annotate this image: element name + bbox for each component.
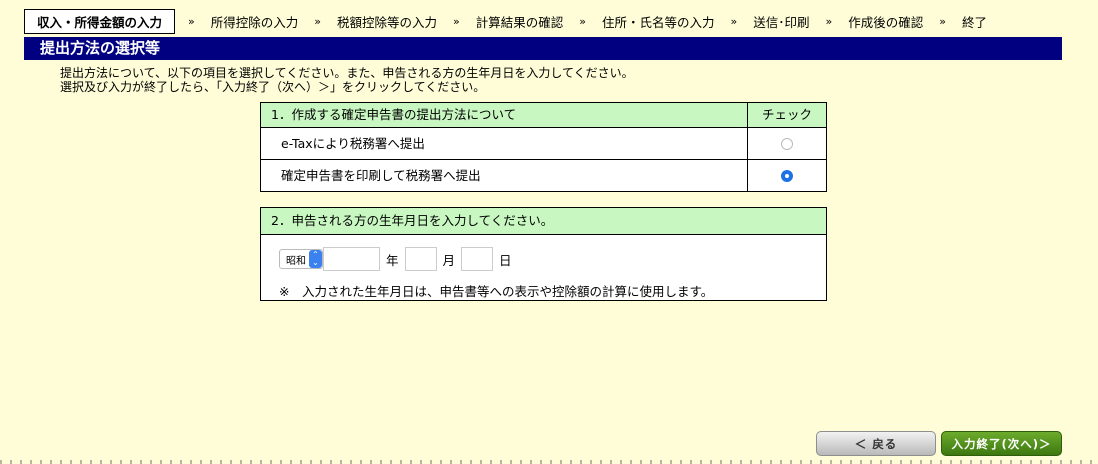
step-tax-credit: 税額控除等の入力 — [337, 14, 438, 30]
step-post-check: 作成後の確認 — [848, 14, 924, 30]
progress-steps: 収入・所得金額の入力 » 所得控除の入力 » 税額控除等の入力 » 計算結果の確… — [24, 8, 1094, 34]
birthdate-row: 昭和 ⌃ ⌄ 年 月 日 — [279, 247, 518, 271]
step-result-check: 計算結果の確認 — [475, 14, 564, 30]
step-send-print: 送信･印刷 — [753, 14, 810, 30]
step-address-name: 住所・氏名等の入力 — [602, 14, 715, 30]
section2-header: 2．申告される方の生年月日を入力してください。 — [261, 208, 826, 235]
step-separator-icon: » — [730, 14, 738, 28]
era-select[interactable]: 昭和 ⌃ ⌄ — [279, 249, 323, 269]
birth-year-input[interactable] — [323, 247, 380, 271]
year-unit: 年 — [386, 252, 399, 268]
section1-header: 1．作成する確定申告書の提出方法について — [271, 107, 517, 122]
radio-etax[interactable] — [781, 137, 793, 150]
step-separator-icon: » — [188, 14, 195, 28]
next-button[interactable]: 入力終了(次へ)＞ — [941, 431, 1062, 456]
step-finish: 終了 — [962, 14, 988, 30]
back-button[interactable]: ＜ 戻る — [816, 431, 936, 456]
step-separator-icon: » — [314, 14, 321, 28]
step-separator-icon: » — [579, 14, 586, 28]
check-column-header: チェック — [747, 103, 826, 127]
instruction-line: 提出方法について、以下の項目を選択してください。また、申告される方の生年月日を入… — [60, 66, 634, 80]
status-strip — [0, 460, 1098, 464]
step-separator-icon: » — [825, 14, 833, 28]
option-row-etax: e-Taxにより税務署へ提出 — [261, 128, 826, 160]
option-label-etax: e-Taxにより税務署へ提出 — [281, 136, 425, 151]
birth-month-input[interactable] — [404, 247, 437, 271]
birthdate-panel: 2．申告される方の生年月日を入力してください。 昭和 ⌃ ⌄ 年 月 日 ※ 入力… — [260, 207, 827, 301]
step-income-deduction: 所得控除の入力 — [210, 14, 299, 30]
radio-print[interactable] — [781, 169, 793, 182]
option-check-cell — [747, 160, 826, 191]
day-unit: 日 — [499, 252, 512, 268]
step-separator-icon: » — [939, 14, 946, 28]
page-title: 提出方法の選択等 — [24, 37, 1062, 60]
instructions: 提出方法について、以下の項目を選択してください。また、申告される方の生年月日を入… — [60, 66, 634, 94]
birthdate-note: ※ 入力された生年月日は、申告書等への表示や控除額の計算に使用します。 — [279, 284, 714, 299]
era-value: 昭和 — [286, 255, 306, 267]
instruction-line: 選択及び入力が終了したら、「入力終了（次へ）＞」をクリックしてください。 — [60, 80, 486, 94]
submission-method-panel: 1．作成する確定申告書の提出方法について チェック e-Taxにより税務署へ提出… — [260, 102, 827, 192]
birth-day-input[interactable] — [461, 247, 494, 271]
month-unit: 月 — [442, 252, 456, 268]
submission-method-header: 1．作成する確定申告書の提出方法について チェック — [261, 103, 826, 128]
option-check-cell — [747, 128, 826, 159]
option-row-print: 確定申告書を印刷して税務署へ提出 — [261, 160, 826, 191]
step-income-input: 収入・所得金額の入力 — [24, 8, 176, 34]
option-label-print: 確定申告書を印刷して税務署へ提出 — [281, 168, 481, 183]
chevron-updown-icon: ⌃ ⌄ — [309, 250, 322, 268]
step-separator-icon: » — [453, 14, 460, 28]
